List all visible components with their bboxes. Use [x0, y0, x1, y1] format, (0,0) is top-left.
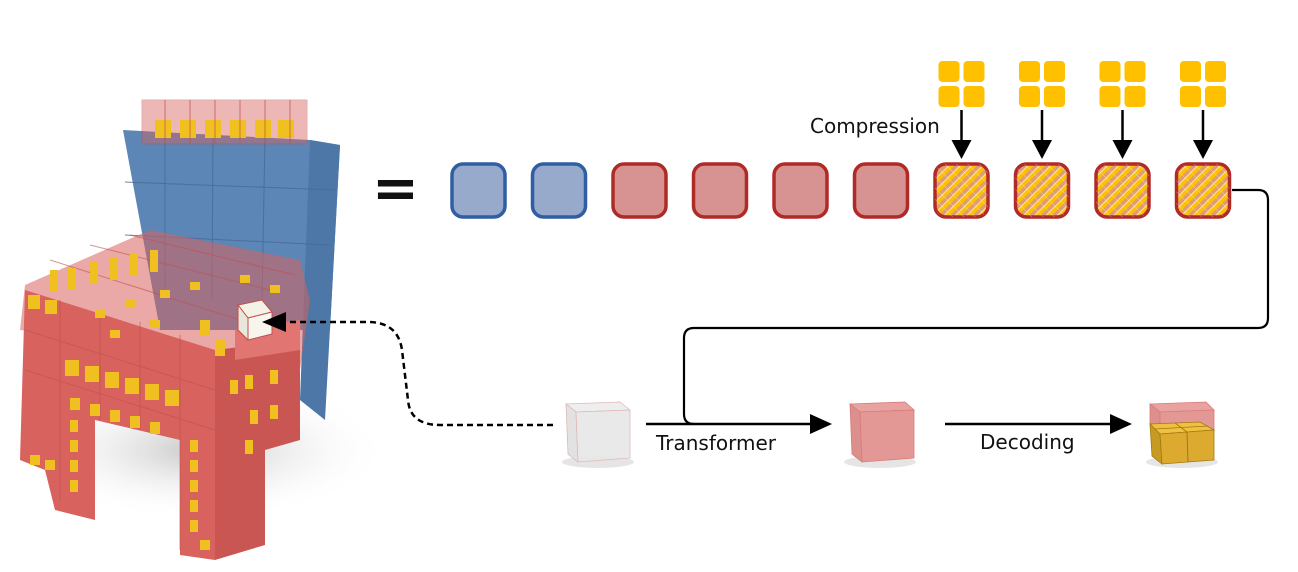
compressed-token-hatch-overlay — [1176, 164, 1230, 217]
subvoxel-group-icon — [1019, 61, 1065, 107]
subvoxel-group-icon — [1180, 61, 1226, 107]
chair-top-rail — [141, 99, 308, 145]
subvoxel-group-icon — [938, 61, 985, 107]
red-token — [611, 162, 668, 219]
predicted-red-cube — [844, 401, 916, 468]
subvoxel-square — [1180, 86, 1201, 107]
empty-query-cube — [562, 401, 634, 468]
equals-sign: = — [372, 156, 419, 221]
compressed-token-hatch-overlay — [1096, 164, 1149, 217]
subvoxel-square — [1180, 61, 1201, 82]
decoding-arrowhead — [1110, 414, 1132, 434]
blue-token — [530, 162, 588, 219]
subvoxel-square — [1124, 61, 1146, 82]
token-sequence — [450, 162, 1232, 219]
compression-arrowhead — [1112, 140, 1133, 159]
subvoxel-group-icon — [1099, 61, 1146, 107]
subvoxel-square — [1099, 86, 1121, 107]
compression-arrowhead — [1032, 140, 1052, 159]
red-token — [772, 162, 829, 219]
red-token — [852, 162, 910, 219]
subvoxel-square — [1205, 61, 1226, 82]
sequence-connector-line — [682, 188, 1270, 426]
compressed-token-hatch-overlay — [935, 164, 988, 217]
subvoxel-square — [1019, 61, 1040, 82]
subvoxel-square — [963, 86, 985, 107]
blue-token — [450, 162, 507, 219]
subvoxel-square — [938, 61, 960, 82]
subvoxel-square — [1044, 61, 1065, 82]
subvoxel-square — [1099, 61, 1121, 82]
subvoxel-square — [963, 61, 985, 82]
transformer-label: Transformer — [655, 431, 777, 455]
voxel-chair — [10, 99, 390, 560]
subvoxel-square — [1044, 86, 1065, 107]
compression-arrowhead — [1193, 140, 1213, 159]
decoded-cube — [1146, 401, 1218, 468]
compression-label: Compression — [810, 114, 940, 138]
diagram-canvas: = Compression Transformer Decoding — [10, 61, 1270, 560]
subvoxel-square — [1205, 86, 1226, 107]
compression-sources — [938, 61, 1226, 159]
subvoxel-square — [938, 86, 960, 107]
transformer-arrowhead — [810, 414, 832, 434]
compression-arrowhead — [951, 140, 972, 159]
red-token — [691, 162, 749, 219]
decoding-label: Decoding — [980, 430, 1075, 454]
compressed-token-hatch-overlay — [1015, 164, 1069, 217]
subvoxel-square — [1124, 86, 1146, 107]
subvoxel-square — [1019, 86, 1040, 107]
